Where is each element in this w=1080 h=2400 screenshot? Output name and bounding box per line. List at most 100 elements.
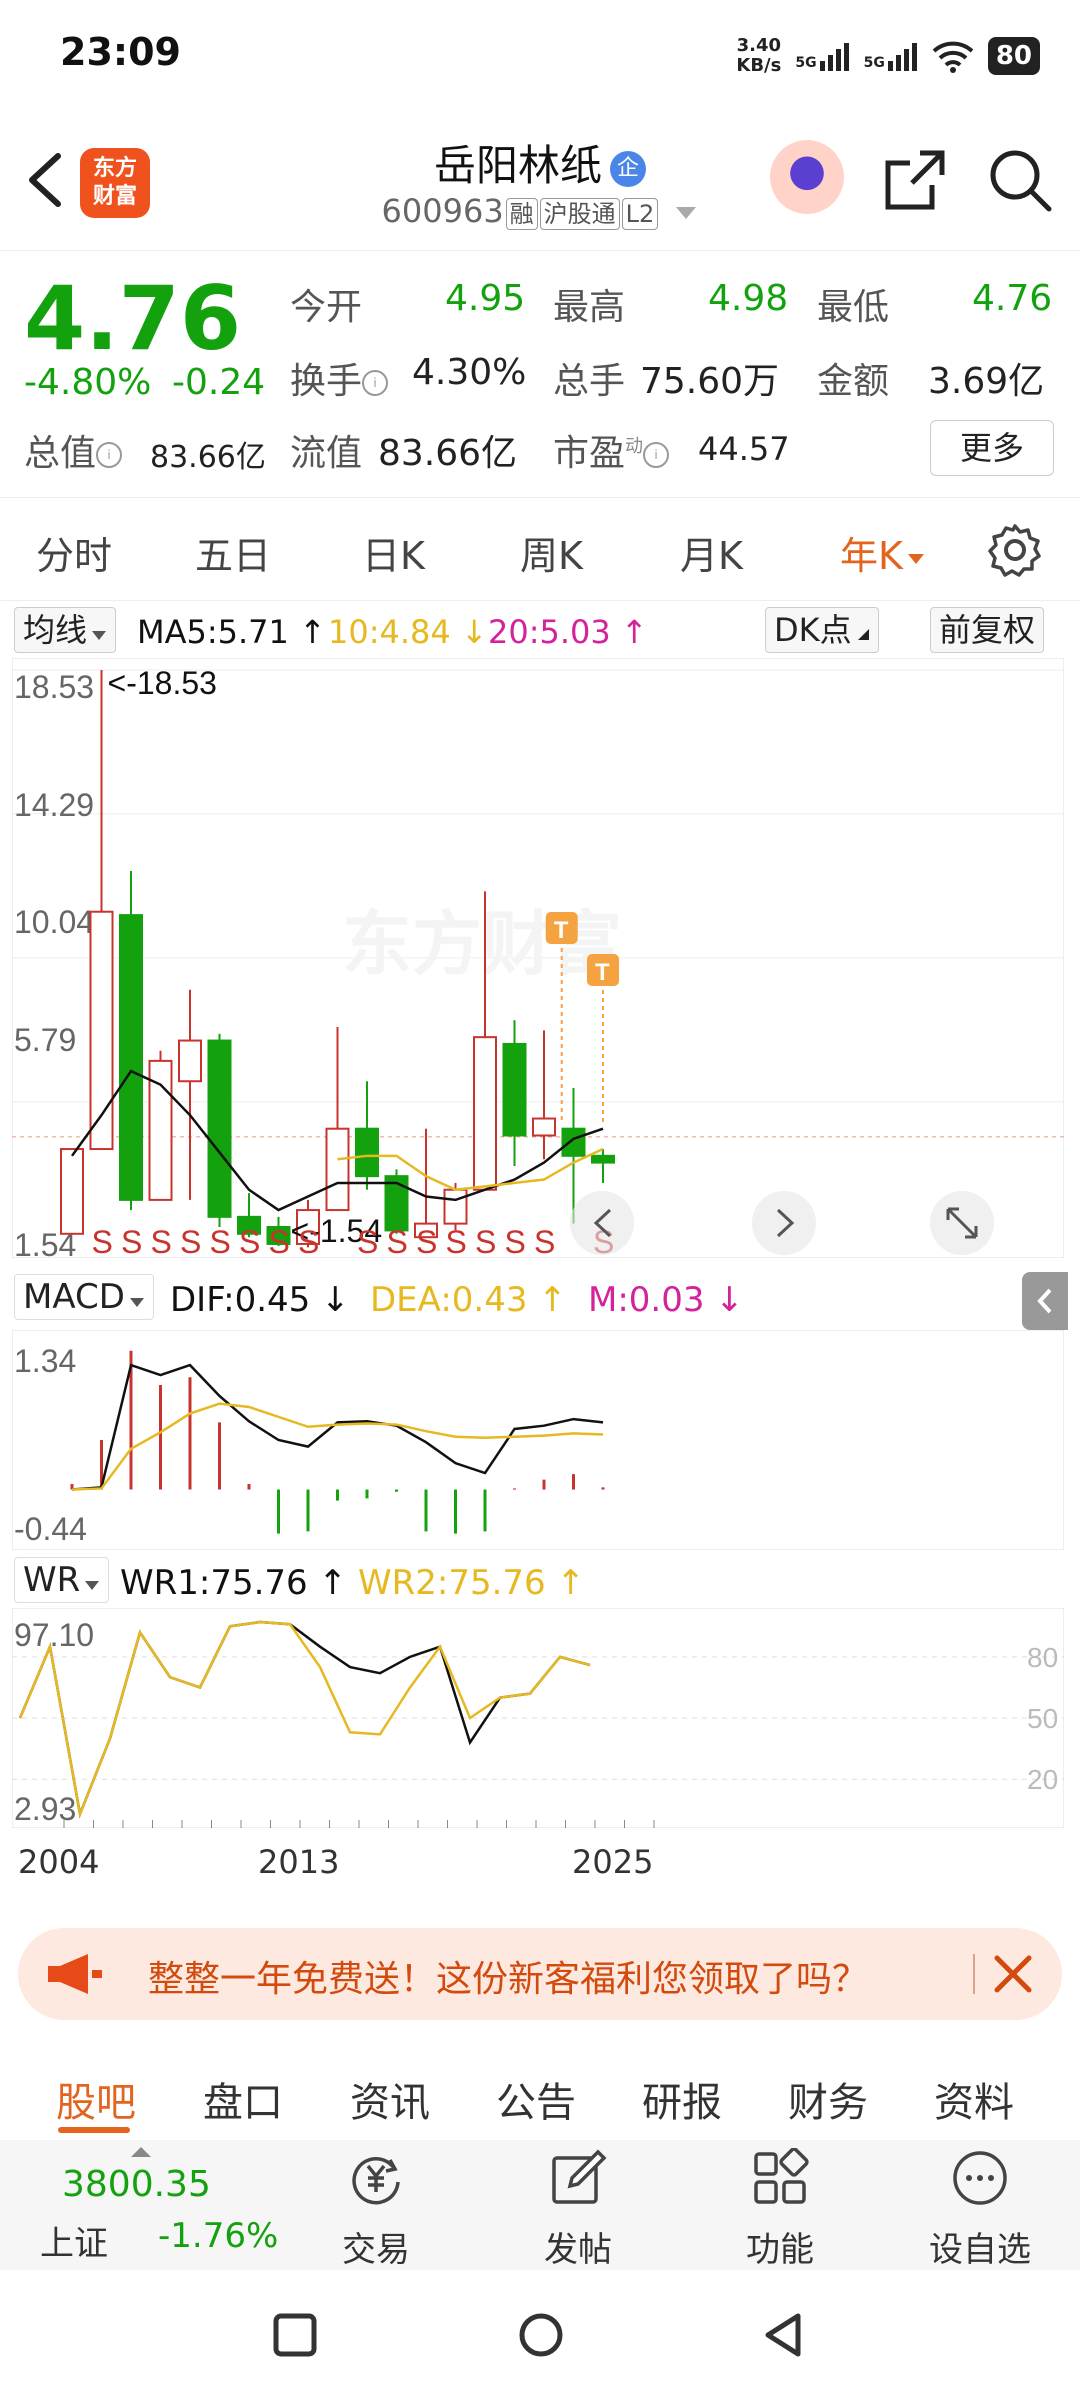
sell-signal-marker: S [357, 1224, 378, 1258]
chevron-left-icon [1037, 1288, 1052, 1314]
ma20-value: 20:5.03 ↑ [488, 613, 648, 651]
turnover-value: 4.30% [412, 352, 527, 393]
signal-icon: 5G [795, 41, 849, 71]
assistant-avatar-icon[interactable] [770, 140, 844, 214]
dk-point-button[interactable]: DK点 [765, 607, 879, 653]
wr-right-tick: 50 [1027, 1703, 1058, 1734]
index-name: 上证 [40, 2224, 108, 2264]
watermark: 东方财富 [342, 905, 622, 983]
macd-chart: 1.34 -0.44 [12, 1330, 1064, 1550]
share-icon[interactable] [880, 145, 950, 215]
trade-button[interactable]: 交易 [296, 2140, 456, 2270]
promo-banner[interactable]: 整整一年免费送！这份新客福利您领取了吗？ [18, 1928, 1062, 2020]
tab-yearly-k[interactable]: 年K [840, 525, 925, 580]
volume-value: 75.60万 [640, 361, 780, 402]
info-icon: i [643, 442, 670, 468]
more-button[interactable]: 更多 [930, 420, 1054, 476]
open-label: 今开 [290, 287, 363, 328]
caret-down-icon [129, 1298, 144, 1307]
wifi-icon [932, 41, 974, 73]
back-nav-icon[interactable] [760, 2310, 806, 2360]
function-button[interactable]: 功能 [700, 2140, 860, 2270]
macd-dea: DEA:0.43 ↑ [370, 1280, 567, 1320]
wr2-value: WR2:75.76 ↑ [358, 1563, 585, 1603]
candle-body [119, 914, 143, 1201]
low-value: 4.76 [972, 278, 1053, 319]
index-ticker[interactable]: 3800.35 上证 -1.76% [0, 2140, 290, 2270]
post-button[interactable]: 发帖 [498, 2140, 658, 2270]
info-icon: i [362, 370, 389, 396]
adjust-button[interactable]: 前复权 [930, 607, 1045, 653]
sell-signal-marker: S [446, 1224, 467, 1258]
tab-daily-k[interactable]: 日K [362, 525, 425, 580]
add-watchlist-button[interactable]: 设自选 [900, 2140, 1060, 2270]
tab-research[interactable]: 研报 [642, 2070, 722, 2128]
battery-indicator: 80 [987, 37, 1040, 75]
tab-order-book[interactable]: 盘口 [203, 2070, 283, 2128]
tab-news[interactable]: 资讯 [350, 2070, 430, 2128]
signal-icon-2: 5G [864, 41, 918, 71]
macd-select[interactable]: MACD [14, 1274, 154, 1320]
current-price: 4.76 [24, 267, 242, 370]
tab-monthly-k[interactable]: 月K [680, 525, 743, 580]
candlestick-chart[interactable]: 东方财富18.5314.2910.045.791.54<-18.53<-1.54… [12, 658, 1064, 1258]
wr-right-tick: 20 [1027, 1764, 1058, 1795]
macd-y-tick: 1.34 [14, 1343, 76, 1379]
chevron-right-icon[interactable] [752, 1191, 816, 1255]
tab-profile[interactable]: 资料 [934, 2070, 1014, 2128]
trade-icon [352, 2157, 400, 2205]
indicator-select[interactable]: 均线 [14, 607, 117, 653]
svg-text:T: T [595, 959, 610, 986]
y-tick-label: 14.29 [14, 787, 94, 823]
y-tick-label: 10.04 [14, 904, 94, 940]
tab-timeshare[interactable]: 分时 [36, 525, 112, 580]
sell-signal-marker: S [505, 1224, 526, 1258]
dropdown-caret-icon[interactable] [674, 203, 698, 223]
recents-icon[interactable] [272, 2312, 318, 2358]
turnover-label[interactable]: 换手 i [290, 352, 389, 404]
sell-signal-marker: S [121, 1224, 142, 1258]
home-icon[interactable] [518, 2312, 564, 2358]
float-value: 83.66亿 [378, 433, 518, 474]
x-tick: 2025 [572, 1843, 654, 1881]
y-tick-label: 5.79 [14, 1022, 76, 1058]
close-icon[interactable] [983, 1944, 1043, 2004]
high-value: 4.98 [708, 278, 789, 319]
pe-label[interactable]: 市盈动 i [553, 424, 670, 476]
search-icon[interactable] [985, 145, 1055, 215]
wr-chart: 80 50 20 97.10 2.93 [12, 1608, 1064, 1828]
expand-icon[interactable] [930, 1191, 994, 1255]
tab-five-day[interactable]: 五日 [195, 525, 271, 580]
corner-caret-icon [857, 629, 869, 640]
system-nav-bar [0, 2270, 1080, 2400]
index-value: 3800.35 [62, 2164, 211, 2205]
net-speed: 3.40 KB/s [736, 35, 782, 76]
wr-select[interactable]: WR [14, 1557, 110, 1603]
pe-value: 44.57 [698, 430, 790, 468]
caret-down-icon [85, 1581, 100, 1590]
candle-body [502, 1042, 527, 1137]
tab-forum[interactable]: 股吧 [56, 2070, 136, 2128]
open-value: 4.95 [445, 278, 526, 319]
tab-announcements[interactable]: 公告 [496, 2070, 576, 2128]
mktcap-label[interactable]: 总值 i [24, 424, 123, 476]
sell-signal-marker: S [387, 1224, 408, 1258]
candle-body [325, 1127, 350, 1212]
chevron-left-icon[interactable] [570, 1191, 634, 1255]
grid-icon [754, 2148, 809, 2204]
tab-finance[interactable]: 财务 [788, 2070, 868, 2128]
status-time: 23:09 [60, 30, 181, 74]
candle-body [178, 1039, 202, 1083]
tab-weekly-k[interactable]: 周K [520, 525, 583, 580]
ma10-value: 10:4.84 ↓ [328, 613, 488, 651]
status-icons: 3.40 KB/s 5G 5G 80 [736, 36, 1040, 76]
x-tick: 2013 [258, 1843, 340, 1881]
promo-divider [973, 1954, 975, 1994]
more-dots-icon [953, 2151, 1007, 2205]
candle-body [532, 1117, 556, 1137]
gear-icon[interactable] [985, 520, 1045, 580]
level-tag: L2 [621, 198, 659, 230]
collapse-panel-button[interactable] [1022, 1272, 1068, 1330]
edit-icon [552, 2149, 607, 2204]
candle-body [561, 1127, 586, 1157]
